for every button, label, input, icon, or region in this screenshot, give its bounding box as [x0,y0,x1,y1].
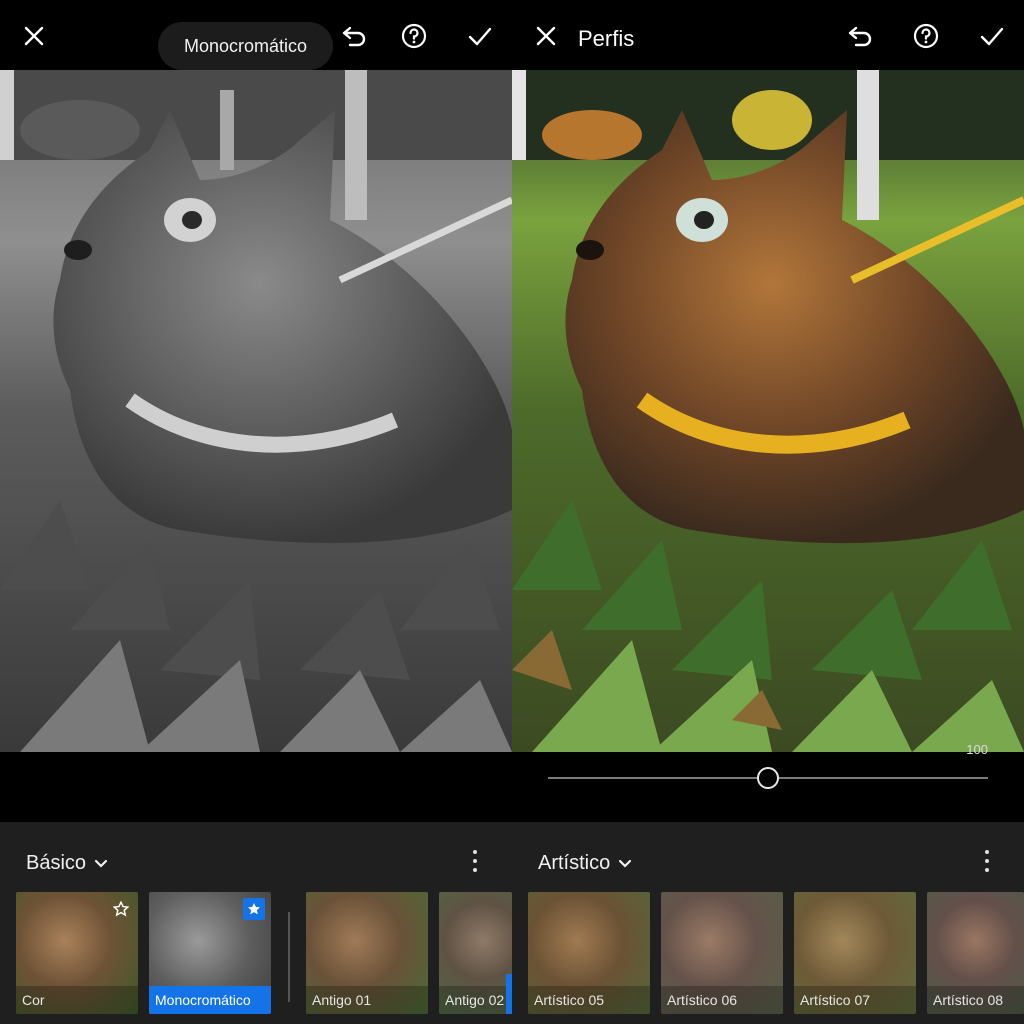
star-icon[interactable] [110,898,132,920]
photo-preview-artistic[interactable] [512,70,1024,752]
profile-label: Cor [16,986,138,1014]
left-editor-panel: Monocromático Básico Cor Monocromático A… [0,0,512,1024]
profile-label: Artístico 05 [528,986,650,1014]
chevron-down-icon [94,852,108,875]
slider-value: 100 [966,742,988,757]
profile-group-selector[interactable]: Artístico [538,852,632,875]
profile-label: Antigo 02 [439,986,512,1014]
help-icon[interactable] [400,22,428,50]
more-vertical-icon[interactable] [980,850,994,872]
left-slider-zone [0,752,512,822]
right-top-bar: Perfis [512,0,1024,70]
help-icon[interactable] [912,22,940,50]
close-icon[interactable] [20,22,48,50]
profile-tile-antigo-01[interactable]: Antigo 01 [306,892,428,1014]
more-vertical-icon[interactable] [468,850,482,872]
profile-tile-artistico-06[interactable]: Artístico 06 [661,892,783,1014]
profile-group-label: Artístico [538,852,611,874]
profile-label: Artístico 08 [927,986,1024,1014]
group-divider [288,912,290,1002]
profile-tile-artistico-07[interactable]: Artístico 07 [794,892,916,1014]
profile-label: Antigo 01 [306,986,428,1014]
right-profile-strip: Artístico Artístico 05 Artístico 06 Artí… [512,822,1024,1024]
chevron-down-icon [618,852,632,875]
profile-label: Monocromático [149,986,271,1014]
profile-tile-artistico-08[interactable]: Artístico 08 [927,892,1024,1014]
profile-tooltip: Monocromático [158,22,334,70]
left-profile-strip: Básico Cor Monocromático Antigo 01 Antig… [0,822,512,1024]
undo-icon[interactable] [846,22,874,50]
photo-preview-monochrome[interactable] [0,70,512,752]
close-icon[interactable] [532,22,560,50]
intensity-slider[interactable]: 100 [512,742,1024,822]
profile-tile-cor[interactable]: Cor [16,892,138,1014]
panel-title: Perfis [578,26,635,51]
profile-label: Artístico 07 [794,986,916,1014]
slider-thumb[interactable] [757,767,779,789]
profile-tile-antigo-02[interactable]: Antigo 02 [439,892,512,1014]
profile-group-selector[interactable]: Básico [26,852,108,875]
profile-label: Artístico 06 [661,986,783,1014]
right-editor-panel: Perfis 100 Artístico Artístico 05 Artíst… [512,0,1024,1024]
profile-tile-monocromatico[interactable]: Monocromático [149,892,271,1014]
checkmark-icon[interactable] [466,22,494,50]
profile-group-label: Básico [26,852,87,874]
undo-icon[interactable] [340,22,368,50]
profile-tile-artistico-05[interactable]: Artístico 05 [528,892,650,1014]
star-icon[interactable] [243,898,265,920]
checkmark-icon[interactable] [978,22,1006,50]
